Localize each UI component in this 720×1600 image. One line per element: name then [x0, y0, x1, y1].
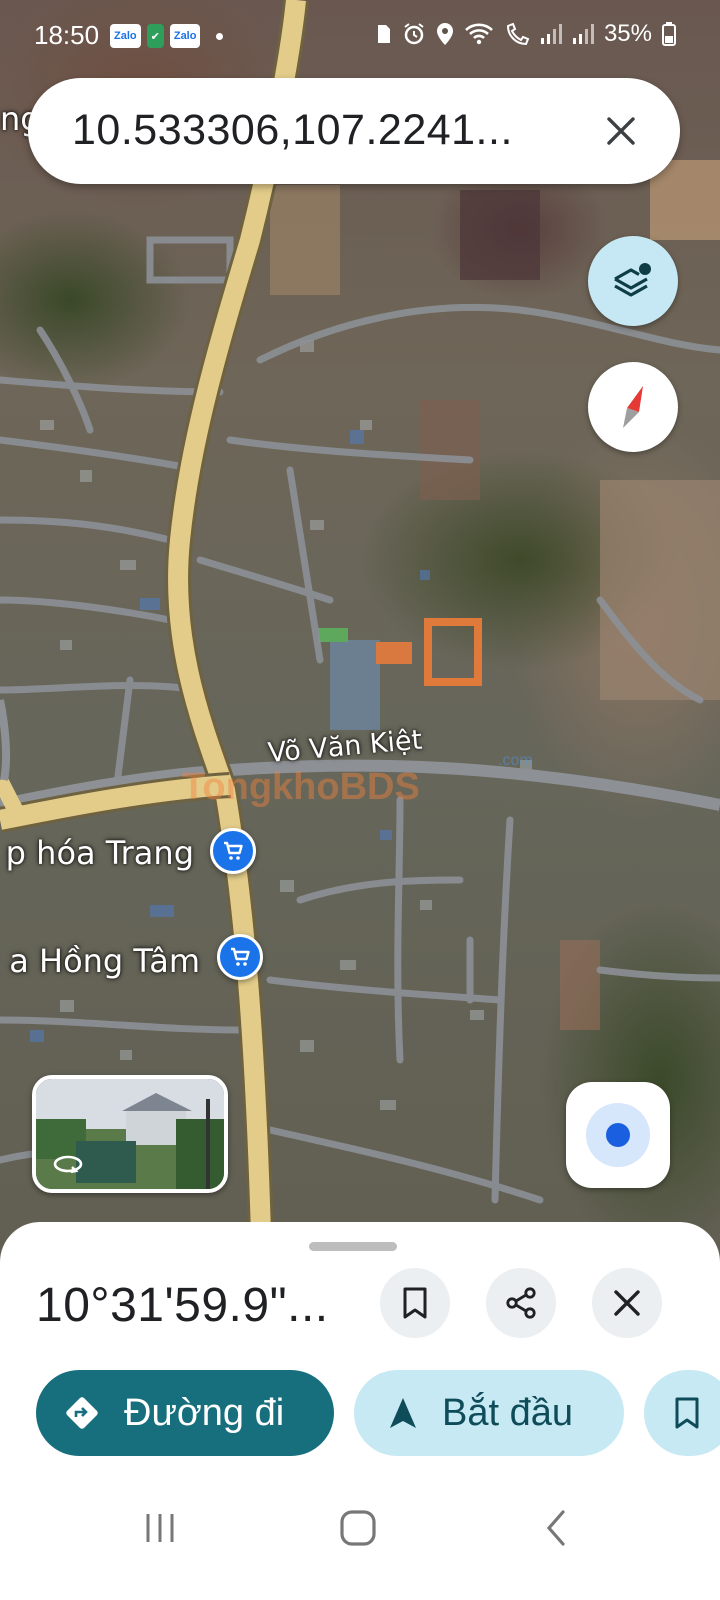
zalo-icon: Zalo [110, 24, 141, 48]
shopping-cart-icon[interactable] [217, 934, 263, 980]
satellite-map[interactable]: ng Võ Văn Kiệt TongkhoBDS .com p hóa Tra… [0, 0, 720, 1270]
layers-icon [614, 263, 651, 297]
system-navigation-bar [0, 1484, 720, 1600]
close-icon[interactable] [596, 106, 646, 156]
home-icon [340, 1510, 376, 1546]
bookmark-icon [403, 1287, 427, 1319]
zalo-icon: Zalo [169, 24, 201, 48]
system-icons: 35% [376, 20, 676, 48]
save-chip-button[interactable] [644, 1370, 720, 1456]
battery-charging-icon [662, 22, 676, 46]
location-icon [436, 23, 453, 45]
search-bar[interactable]: 10.533306,107.2241... [28, 78, 680, 184]
drag-handle[interactable] [309, 1242, 397, 1251]
home-button[interactable] [328, 1498, 388, 1558]
my-location-icon [586, 1103, 650, 1167]
status-bar: 18:50 Zalo ✔ Zalo 35% [0, 0, 720, 72]
watermark: TongkhoBDS [182, 766, 420, 808]
layers-button[interactable] [588, 236, 678, 326]
signal-icon [540, 24, 562, 44]
my-location-button[interactable] [566, 1082, 670, 1188]
back-icon [546, 1510, 565, 1546]
start-button[interactable]: Bắt đầu [354, 1370, 624, 1456]
wifi-icon [465, 23, 493, 45]
close-icon [614, 1290, 640, 1316]
recents-button[interactable] [130, 1498, 190, 1558]
wifi-call-icon [506, 22, 530, 46]
start-label: Bắt đầu [442, 1391, 573, 1434]
action-chips: Đường đi Bắt đầu [36, 1370, 720, 1456]
check-app-icon: ✔ [146, 24, 164, 48]
street-view-thumbnail[interactable] [32, 1075, 228, 1193]
directions-icon [66, 1397, 98, 1429]
directions-label: Đường đi [124, 1391, 285, 1434]
shopping-cart-icon[interactable] [210, 828, 256, 874]
search-query[interactable]: 10.533306,107.2241... [72, 106, 562, 155]
notification-icons: Zalo ✔ Zalo [110, 24, 224, 48]
save-button[interactable] [380, 1268, 450, 1338]
bookmark-icon [675, 1397, 699, 1429]
recents-icon [146, 1514, 174, 1542]
signal-icon [572, 24, 594, 44]
alarm-icon [404, 23, 424, 45]
rotate-360-icon [52, 1153, 84, 1175]
coordinates-title: 10°31'59.9"... [36, 1279, 329, 1332]
share-icon [506, 1287, 536, 1319]
close-sheet-button[interactable] [592, 1268, 662, 1338]
sim-icon [377, 25, 390, 43]
battery-level: 35% [603, 20, 652, 47]
compass-icon [623, 386, 643, 428]
back-button[interactable] [526, 1498, 586, 1558]
poi-label[interactable]: a Hồng Tâm [9, 942, 200, 980]
compass-button[interactable] [588, 362, 678, 452]
more-notifications-dot [216, 33, 224, 40]
share-button[interactable] [486, 1268, 556, 1338]
status-time: 18:50 [34, 20, 100, 50]
navigation-arrow-icon [390, 1398, 416, 1428]
poi-label[interactable]: p hóa Trang [6, 834, 194, 872]
directions-button[interactable]: Đường đi [36, 1370, 334, 1456]
watermark-suffix: .com [498, 752, 533, 769]
